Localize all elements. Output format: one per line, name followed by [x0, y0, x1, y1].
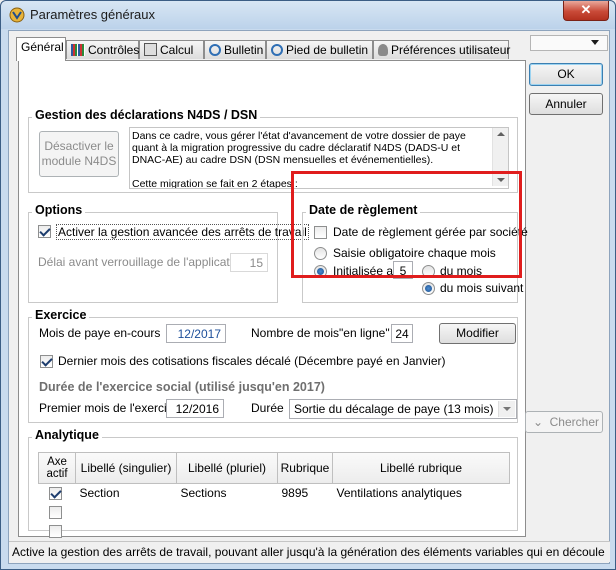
chevron-down-icon	[503, 407, 511, 411]
panel-dropdown[interactable]	[530, 35, 608, 51]
n4ds-group-title: Gestion des déclarations N4DS / DSN	[32, 108, 261, 122]
advanced-absence-checkbox[interactable]	[38, 225, 51, 238]
table-row[interactable]	[39, 522, 510, 541]
highlight-frame	[291, 171, 522, 278]
table-row[interactable]	[39, 503, 510, 522]
column-header[interactable]: Rubrique	[277, 452, 333, 484]
tab-label: Contrôles	[88, 43, 140, 57]
dialog-window: Paramètres généraux ✕ Général Contrôles …	[0, 0, 616, 570]
duree-exercice-title: Durée de l'exercice social (utilisé jusq…	[39, 380, 325, 394]
tab-general[interactable]: Général	[16, 37, 66, 61]
annuler-button[interactable]: Annuler	[529, 93, 603, 115]
duree-label: Durée	[251, 401, 284, 415]
tab-bulletin[interactable]: Bulletin	[204, 40, 266, 59]
singulier-cell[interactable]	[76, 522, 177, 541]
calculator-icon	[144, 43, 157, 56]
axe-actif-cell[interactable]	[39, 503, 76, 522]
rubrique-cell[interactable]	[278, 522, 333, 541]
client-area: Général Contrôles Calcul Bulletin Pied d…	[8, 30, 610, 564]
premier-mois-input[interactable]: 12/2016	[166, 399, 224, 418]
table-header-row: Axe actif Libellé (singulier) Libellé (p…	[38, 452, 510, 484]
window-title: Paramètres généraux	[30, 7, 156, 22]
table-row[interactable]: Section Sections 9895 Ventilations analy…	[39, 484, 510, 503]
analytique-group-title: Analytique	[32, 428, 102, 442]
pluriel-cell[interactable]	[177, 503, 278, 522]
ok-button[interactable]: OK	[529, 63, 603, 86]
tab-label: Préférences utilisateur	[391, 43, 511, 57]
status-bar: Active la gestion des arrêts de travail,…	[9, 541, 610, 562]
axe-actif-checkbox[interactable]	[48, 505, 62, 519]
rubrique-cell[interactable]	[278, 503, 333, 522]
advanced-absence-label[interactable]: Activer la gestion avancée des arrêts de…	[56, 224, 309, 240]
libelle-rubrique-cell[interactable]	[333, 522, 510, 541]
tab-label: Pied de bulletin	[286, 43, 369, 57]
column-header[interactable]: Libellé rubrique	[332, 452, 510, 484]
du-mois-suivant-radio[interactable]	[422, 282, 435, 295]
dernier-mois-checkbox[interactable]	[40, 355, 53, 368]
tab-controles[interactable]: Contrôles	[66, 40, 139, 59]
tab-label: Calcul	[160, 43, 194, 57]
mois-paye-input[interactable]: 12/2017	[166, 324, 226, 343]
axe-actif-cell[interactable]	[39, 522, 76, 541]
premier-mois-label: Premier mois de l'exercice	[39, 401, 180, 415]
chercher-button[interactable]: ⌄ Chercher	[525, 411, 603, 433]
dropdown-button[interactable]	[498, 401, 515, 417]
axe-actif-checkbox[interactable]	[48, 487, 62, 500]
magnifier-icon	[209, 44, 221, 56]
tab-pied-de-bulletin[interactable]: Pied de bulletin	[266, 40, 373, 59]
singulier-cell[interactable]	[76, 503, 177, 522]
axe-actif-cell[interactable]	[39, 484, 76, 503]
close-button[interactable]: ✕	[563, 1, 609, 21]
column-header[interactable]: Libellé (singulier)	[75, 452, 177, 484]
mois-paye-label: Mois de paye en-cours	[39, 326, 161, 340]
chercher-label: Chercher	[549, 415, 599, 429]
options-group-title: Options	[32, 203, 86, 217]
lock-delay-input[interactable]: 15	[230, 253, 268, 272]
lock-delay-label: Délai avant verrouillage de l'applicatio…	[38, 255, 246, 269]
tab-label: Général	[21, 40, 64, 54]
books-icon	[71, 44, 85, 56]
nb-mois-input[interactable]: 24	[391, 324, 413, 343]
tab-calcul[interactable]: Calcul	[139, 40, 204, 59]
pluriel-cell[interactable]: Sections	[177, 484, 278, 503]
tab-panel-general: Gestion des déclarations N4DS / DSN Désa…	[18, 60, 528, 538]
magnifier-icon	[271, 44, 283, 56]
disable-n4ds-button[interactable]: Désactiver le module N4DS	[39, 131, 119, 177]
rubrique-cell[interactable]: 9895	[278, 484, 333, 503]
chevron-down-icon: ⌄	[533, 415, 544, 429]
modifier-button[interactable]: Modifier	[439, 323, 516, 344]
duree-select-value: Sortie du décalage de paye (13 mois)	[294, 402, 494, 416]
chevron-down-icon	[591, 40, 599, 45]
du-mois-suivant-label[interactable]: du mois suivant	[440, 281, 523, 295]
pluriel-cell[interactable]	[177, 522, 278, 541]
duree-select[interactable]: Sortie du décalage de paye (13 mois)	[289, 399, 517, 419]
singulier-cell[interactable]: Section	[76, 484, 177, 503]
tab-preferences-utilisateur[interactable]: Préférences utilisateur	[373, 40, 511, 59]
title-bar[interactable]: Paramètres généraux ✕	[1, 1, 615, 29]
scroll-up-icon[interactable]	[497, 132, 505, 136]
app-icon	[9, 7, 25, 23]
analytique-table[interactable]: Axe actif Libellé (singulier) Libellé (p…	[38, 452, 510, 541]
column-header[interactable]: Axe actif	[38, 452, 76, 484]
dernier-mois-label[interactable]: Dernier mois des cotisations fiscales dé…	[58, 354, 446, 368]
tab-label: Bulletin	[224, 43, 264, 57]
libelle-rubrique-cell[interactable]: Ventilations analytiques	[333, 484, 510, 503]
nb-mois-label: Nombre de mois"en ligne"	[251, 326, 390, 340]
user-icon	[378, 44, 388, 56]
exercice-group-title: Exercice	[32, 308, 90, 322]
axe-actif-checkbox[interactable]	[48, 524, 62, 538]
libelle-rubrique-cell[interactable]	[333, 503, 510, 522]
column-header[interactable]: Libellé (pluriel)	[176, 452, 278, 484]
